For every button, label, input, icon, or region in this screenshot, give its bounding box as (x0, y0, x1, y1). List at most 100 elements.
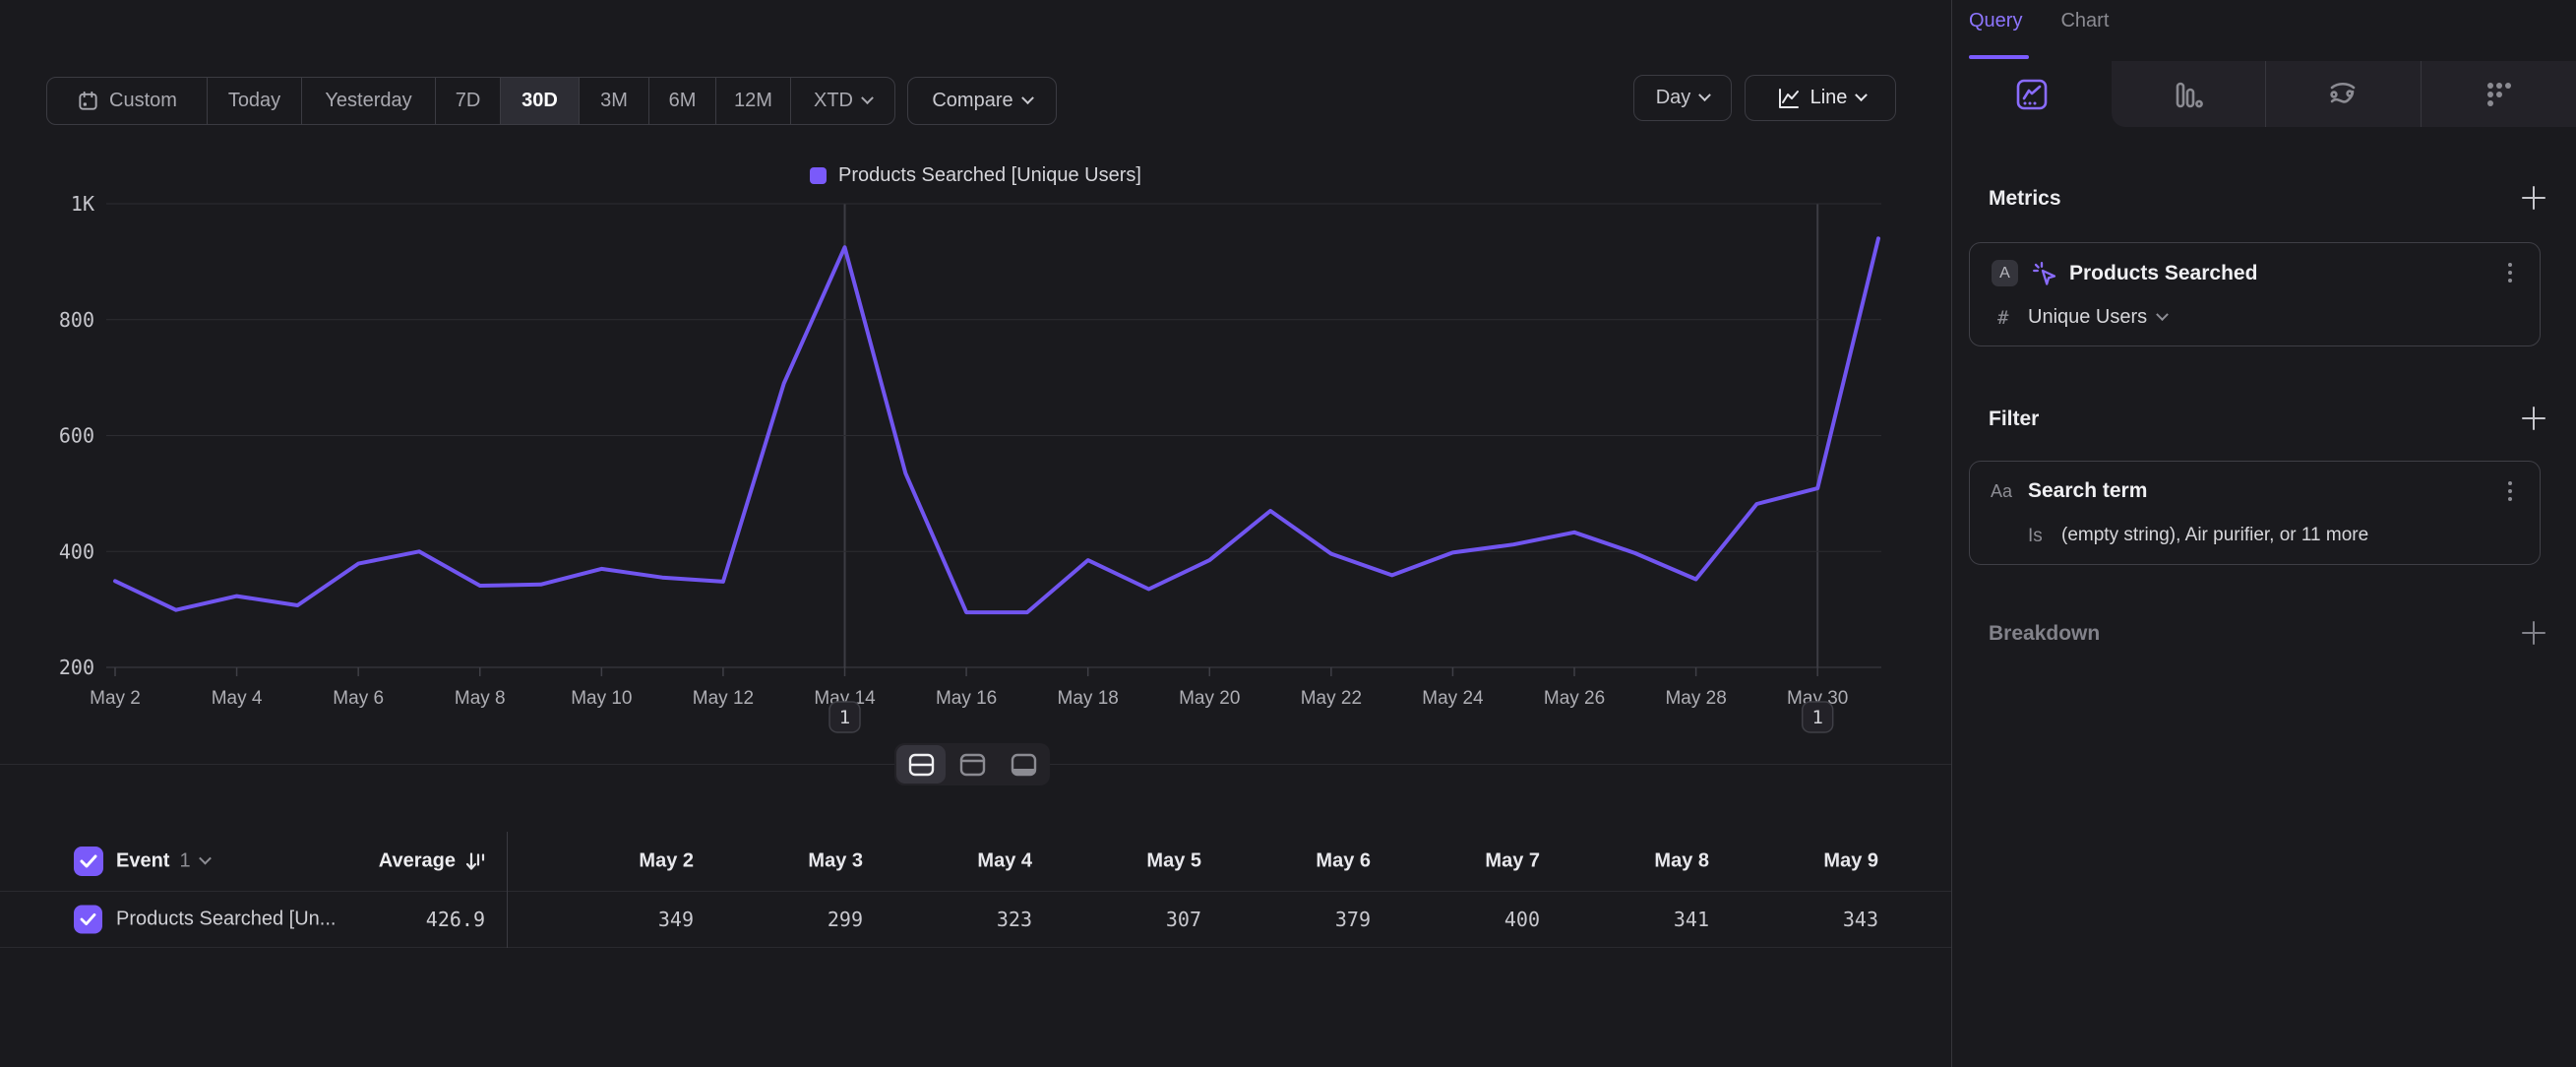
filter-value[interactable]: (empty string), Air purifier, or 11 more (2061, 525, 2368, 546)
layout-toggle-group (894, 743, 1050, 785)
aggregation-selector[interactable]: Unique Users (2028, 306, 2167, 329)
layout-split-button[interactable] (896, 745, 946, 784)
chart-type-insights-tab[interactable] (1954, 61, 2110, 127)
value-cell: 299 (696, 908, 863, 931)
x-axis-tick-label: May 12 (693, 688, 754, 709)
y-axis-tick-label: 600 (59, 424, 94, 448)
layout-table-only-button[interactable] (999, 745, 1048, 784)
tab-chart[interactable]: Chart (2060, 10, 2109, 32)
range-label: 6M (669, 90, 697, 112)
insights-icon (2014, 77, 2050, 112)
date-column-header[interactable]: May 2 (526, 850, 694, 873)
chart-type-flows-tab[interactable] (2265, 61, 2421, 127)
date-column-header[interactable]: May 8 (1542, 850, 1709, 873)
date-column-header[interactable]: May 3 (696, 850, 863, 873)
chart-type-bar-tab[interactable] (2110, 61, 2265, 127)
chart-type-button[interactable]: Line (1745, 75, 1896, 121)
range-label: 3M (600, 90, 628, 112)
range-today[interactable]: Today (208, 78, 302, 124)
aggregation-label: Unique Users (2028, 306, 2147, 329)
range-label: XTD (814, 90, 853, 112)
date-column-header[interactable]: May 9 (1711, 850, 1878, 873)
bar-chart-icon (2170, 77, 2205, 112)
x-axis-tick-label: May 6 (333, 688, 384, 709)
annotation-badge[interactable]: 1 (1803, 702, 1833, 732)
range-custom[interactable]: Custom (47, 78, 208, 124)
filter-options-kebab-icon[interactable] (2508, 481, 2512, 501)
svg-text:1: 1 (1811, 707, 1822, 728)
chevron-down-icon (1021, 92, 1034, 104)
chart-type-retention-tab[interactable] (2421, 61, 2576, 127)
event-pointer-icon (2031, 260, 2058, 287)
metric-event-name: Products Searched (2069, 262, 2257, 285)
x-axis-tick-label: May 4 (212, 688, 263, 709)
line-chart[interactable]: 2004006008001KMay 2May 4May 6May 8May 10… (0, 192, 1951, 763)
svg-text:1: 1 (839, 707, 850, 728)
insights-report: Custom Today Yesterday 7D 30D 3M 6M 12M XTD Comp… (0, 0, 2576, 1067)
x-axis-tick-label: May 20 (1179, 688, 1240, 709)
tab-query[interactable]: Query (1969, 10, 2022, 32)
chevron-down-icon (2156, 308, 2169, 321)
breakdown-heading: Breakdown (1989, 622, 2100, 646)
event-select-all-checkbox[interactable] (74, 847, 103, 876)
chart-legend[interactable]: Products Searched [Unique Users] (0, 164, 1951, 187)
value-cell: 323 (865, 908, 1032, 931)
x-axis-tick-label: May 16 (936, 688, 997, 709)
chevron-down-icon (861, 92, 874, 104)
range-xtd[interactable]: XTD (791, 78, 894, 124)
retention-icon (2481, 77, 2516, 112)
sort-descending-icon[interactable] (463, 850, 487, 872)
line-chart-icon (1775, 86, 1801, 111)
metric-card[interactable]: A Products Searched # Unique Users (1969, 242, 2541, 346)
annotation-badge[interactable]: 1 (829, 702, 860, 732)
add-breakdown-button[interactable] (2521, 620, 2546, 651)
add-metric-button[interactable] (2521, 185, 2546, 216)
legend-swatch (810, 167, 827, 184)
compare-button[interactable]: Compare (907, 77, 1057, 125)
add-filter-button[interactable] (2521, 406, 2546, 436)
column-separator (507, 832, 508, 948)
calendar-icon (77, 90, 99, 112)
x-axis-tick-label: May 24 (1422, 688, 1484, 709)
series-checkbox[interactable] (74, 906, 102, 934)
metric-letter-badge: A (1992, 260, 2018, 286)
layout-chart-only-button[interactable] (948, 745, 997, 784)
event-column-label: Event (116, 850, 169, 873)
x-axis-tick-label: May 2 (90, 688, 141, 709)
filter-operator: Is (2028, 526, 2043, 547)
range-30d[interactable]: 30D (501, 78, 580, 124)
table-header-row: Event 1 Average May 2May 3May 4May 5May … (0, 832, 1951, 892)
range-label: 12M (734, 90, 772, 112)
range-label: Today (228, 90, 280, 112)
date-column-header[interactable]: May 4 (865, 850, 1032, 873)
range-7d[interactable]: 7D (436, 78, 501, 124)
series-line[interactable] (115, 238, 1878, 612)
filter-heading: Filter (1989, 408, 2039, 431)
metric-options-kebab-icon[interactable] (2508, 263, 2512, 282)
chevron-down-icon[interactable] (199, 852, 212, 865)
range-3m[interactable]: 3M (580, 78, 649, 124)
value-cell: 341 (1542, 908, 1709, 931)
range-label: Yesterday (325, 90, 411, 112)
chart-type-label: Line (1810, 87, 1848, 109)
range-label: 30D (521, 90, 558, 112)
series-average-value: 426.9 (295, 908, 485, 931)
date-column-header[interactable]: May 6 (1203, 850, 1371, 873)
average-column-label: Average (379, 850, 456, 873)
y-axis-tick-label: 400 (59, 539, 94, 563)
table-row[interactable]: Products Searched [Un... 426.9 349299323… (0, 892, 1951, 948)
date-column-header[interactable]: May 7 (1373, 850, 1540, 873)
range-yesterday[interactable]: Yesterday (302, 78, 436, 124)
date-column-header[interactable]: May 5 (1034, 850, 1201, 873)
range-12m[interactable]: 12M (716, 78, 791, 124)
x-axis-tick-label: May 18 (1058, 688, 1119, 709)
y-axis-tick-label: 200 (59, 656, 94, 679)
granularity-button[interactable]: Day (1633, 75, 1732, 121)
x-axis-tick-label: May 10 (571, 688, 632, 709)
chevron-down-icon (1698, 89, 1711, 101)
aggregation-symbol: # (1997, 307, 2008, 329)
filter-property-name: Search term (2028, 479, 2147, 503)
metrics-heading: Metrics (1989, 187, 2061, 211)
filter-card[interactable]: Aa Search term Is (empty string), Air pu… (1969, 461, 2541, 565)
range-6m[interactable]: 6M (649, 78, 716, 124)
